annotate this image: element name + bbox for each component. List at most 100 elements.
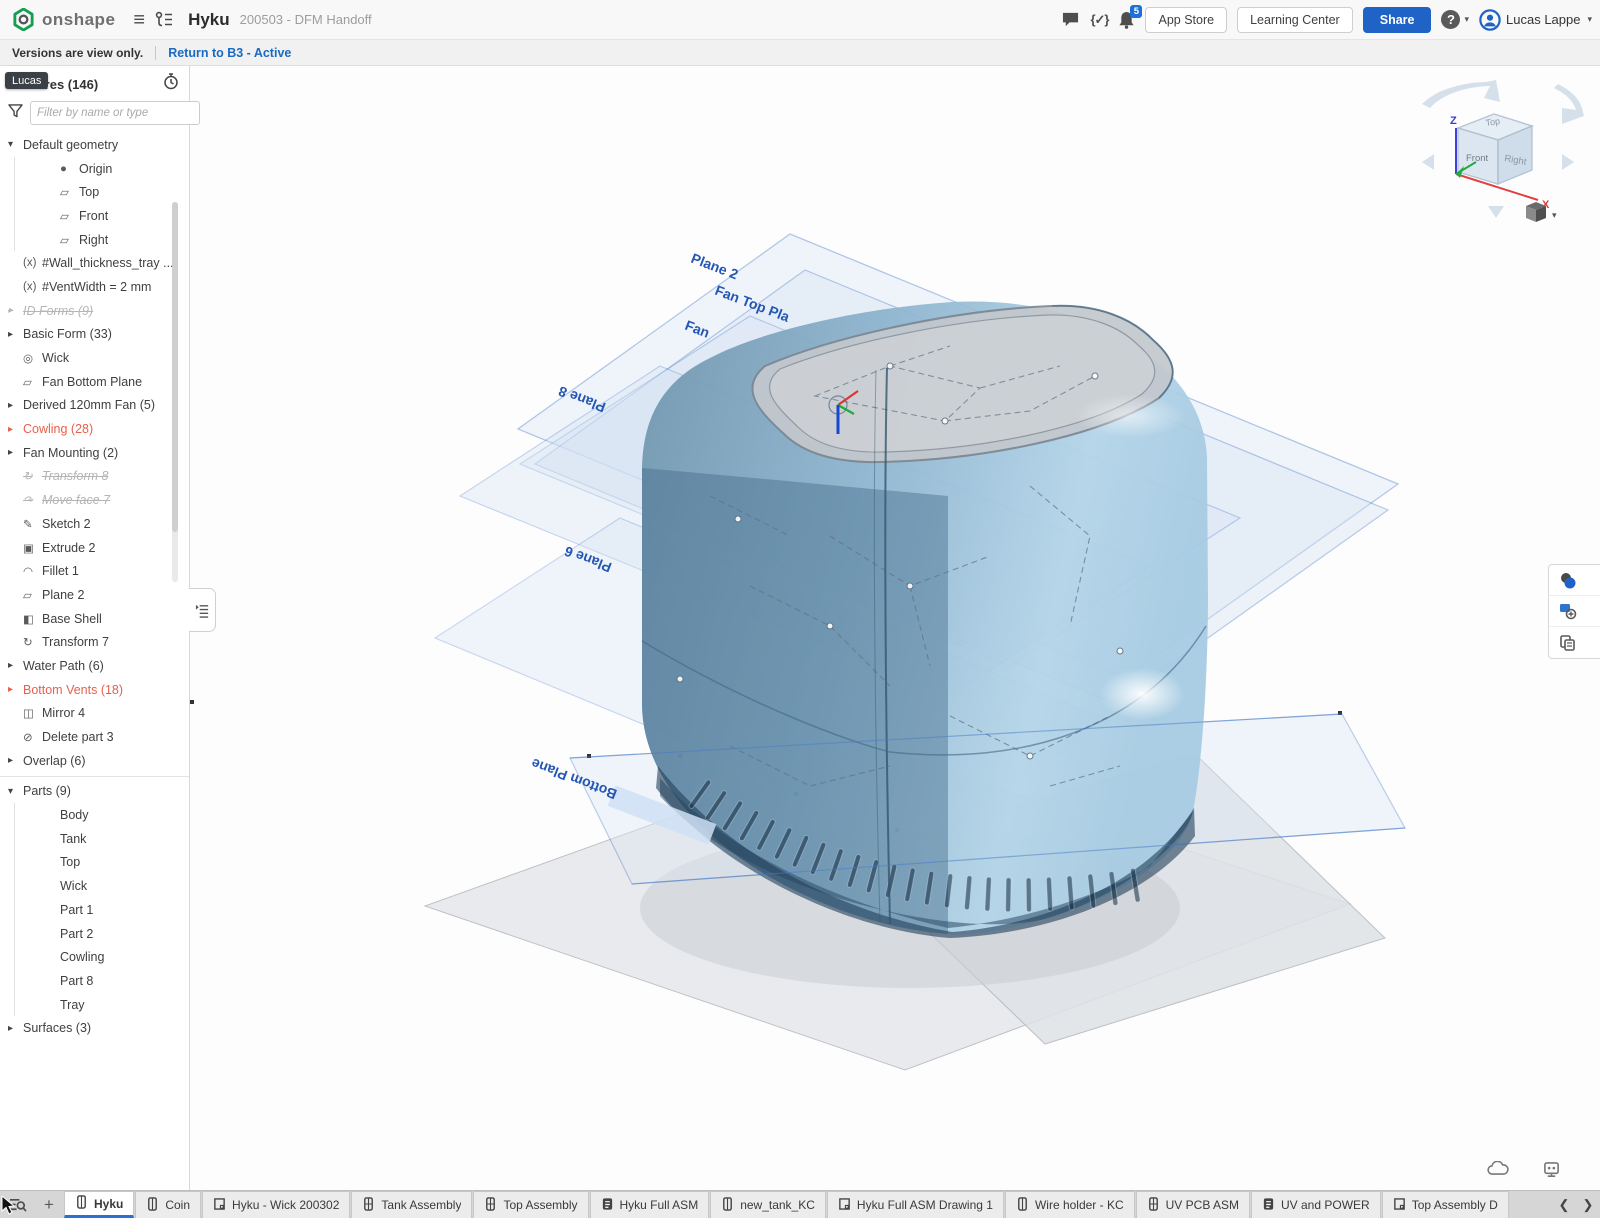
feature-item[interactable]: ↷Move face 7 [0, 488, 189, 512]
part-item[interactable]: Part 1 [14, 898, 189, 922]
feature-item[interactable]: ▱Front [14, 204, 189, 228]
chevron-right-icon[interactable]: ▸ [8, 755, 23, 766]
view-cube[interactable]: Top Front Right Z X ▾ [1422, 80, 1584, 222]
onshape-logo[interactable]: onshape [12, 8, 115, 31]
user-menu[interactable]: Lucas Lappe ▾ [1479, 9, 1592, 31]
feature-item[interactable]: ◠Fillet 1 [0, 559, 189, 583]
document-tab[interactable]: Tank Assembly [351, 1191, 472, 1218]
part-item[interactable]: Tank [14, 827, 189, 851]
feature-item[interactable]: ↻Transform 7 [0, 630, 189, 654]
chevron-right-icon[interactable]: ▸ [8, 447, 23, 458]
tabs-scroll-right-icon[interactable]: ❯ [1576, 1197, 1600, 1213]
chevron-right-icon[interactable]: ▸ [8, 305, 23, 316]
chevron-down-icon[interactable]: ▾ [8, 786, 23, 797]
surfaces-section-header[interactable]: ▸Surfaces (3) [0, 1016, 189, 1040]
part-item[interactable]: Part 2 [14, 922, 189, 946]
history-clock-icon[interactable] [163, 73, 179, 95]
chevron-right-icon[interactable]: ▸ [8, 684, 23, 695]
feature-item[interactable]: ▸Overlap (6) [0, 749, 189, 773]
feature-item[interactable]: ▸Bottom Vents (18) [0, 678, 189, 702]
panel-flyout-handle[interactable] [189, 588, 216, 632]
feature-item[interactable]: ◎Wick [0, 346, 189, 370]
main-menu-icon[interactable]: ≡ [133, 10, 145, 30]
chevron-right-icon[interactable]: ▸ [8, 660, 23, 671]
feature-item[interactable]: ▱Top [14, 180, 189, 204]
app-store-button[interactable]: App Store [1145, 7, 1227, 33]
feature-label: Cowling [60, 950, 104, 964]
feature-filter-input[interactable] [30, 101, 200, 125]
feature-item[interactable]: (x)#VentWidth = 2 mm [0, 275, 189, 299]
chevron-down-icon[interactable]: ▾ [8, 139, 23, 150]
view-cube-front-label[interactable]: Front [1466, 153, 1489, 164]
part-item[interactable]: Top [14, 851, 189, 875]
document-tab[interactable]: new_tank_KC [710, 1191, 826, 1218]
document-tab[interactable]: Hyku [64, 1191, 134, 1218]
view-options-button[interactable]: ▾ [1526, 202, 1557, 222]
feature-item[interactable]: (x)#Wall_thickness_tray ... [0, 251, 189, 275]
feature-item[interactable]: ◧Base Shell [0, 607, 189, 631]
chevron-right-icon[interactable]: ▸ [8, 329, 23, 340]
learning-center-button[interactable]: Learning Center [1237, 7, 1353, 33]
feature-item[interactable]: ▱Fan Bottom Plane [0, 370, 189, 394]
part-item[interactable]: Body [14, 803, 189, 827]
feature-item[interactable]: ▣Extrude 2 [0, 536, 189, 560]
layers-tool-button[interactable] [1549, 627, 1600, 658]
tabs-scroll-left-icon[interactable]: ❮ [1552, 1197, 1576, 1213]
feature-item[interactable]: ▾Default geometry [0, 133, 189, 157]
feature-item[interactable]: ⊘Delete part 3 [0, 725, 189, 749]
feature-item[interactable]: ●Origin [14, 157, 189, 181]
device-sync-icon[interactable] [1543, 1161, 1560, 1184]
document-tab[interactable]: Wire holder - KC [1005, 1191, 1135, 1218]
parts-section-header[interactable]: ▾Parts (9) [0, 780, 189, 804]
feature-label: Move face 7 [42, 493, 110, 507]
share-button[interactable]: Share [1363, 7, 1432, 33]
cloud-status-icon[interactable] [1487, 1161, 1509, 1184]
feature-item[interactable]: ▸Fan Mounting (2) [0, 441, 189, 465]
document-tab[interactable]: Hyku Full ASM Drawing 1 [827, 1191, 1004, 1218]
document-tab[interactable]: UV PCB ASM [1136, 1191, 1250, 1218]
document-tab[interactable]: Top Assembly D [1382, 1191, 1509, 1218]
chevron-right-icon[interactable]: ▸ [8, 400, 23, 411]
feature-item[interactable]: ▱Plane 2 [0, 583, 189, 607]
part-item[interactable]: Part 8 [14, 969, 189, 993]
part-item[interactable]: Cowling [14, 945, 189, 969]
versions-history-icon[interactable] [155, 11, 174, 28]
document-tab[interactable]: Hyku Full ASM [590, 1191, 710, 1218]
feature-item[interactable]: ▱Right [14, 228, 189, 252]
model-body[interactable] [642, 301, 1208, 938]
return-to-active-link[interactable]: Return to B3 - Active [168, 46, 291, 60]
model-viewport[interactable]: Plane 2 Fan Top Pla Fan Plane 8 Plane 6 … [190, 66, 1600, 1190]
feature-item[interactable]: ▸Basic Form (33) [0, 323, 189, 347]
plane-label-plane2[interactable]: Plane 2 [689, 250, 741, 283]
document-tab[interactable]: Hyku - Wick 200302 [202, 1191, 350, 1218]
section-view-tool-button[interactable] [1549, 596, 1600, 627]
filter-icon[interactable] [8, 104, 23, 123]
feature-item[interactable]: ▸Derived 120mm Fan (5) [0, 394, 189, 418]
part-item[interactable]: Wick [14, 874, 189, 898]
document-tab[interactable]: UV and POWER [1251, 1191, 1381, 1218]
feature-item[interactable]: ✎Sketch 2 [0, 512, 189, 536]
feature-item[interactable]: ↻Transform 8 [0, 465, 189, 489]
feature-label: Bottom Vents (18) [23, 683, 123, 697]
document-tab[interactable]: Top Assembly [473, 1191, 588, 1218]
appearance-tool-button[interactable] [1549, 565, 1600, 596]
view-cube-top-label[interactable]: Top [1485, 116, 1501, 128]
sidebar-scrollbar[interactable] [172, 202, 178, 582]
comments-icon[interactable] [1061, 11, 1080, 28]
feature-item[interactable]: ◫Mirror 4 [0, 702, 189, 726]
fillet-icon: ◠ [23, 564, 42, 578]
feature-item[interactable]: ▸Water Path (6) [0, 654, 189, 678]
add-tab-button[interactable]: + [34, 1191, 64, 1218]
help-menu[interactable]: ? ▾ [1441, 10, 1469, 29]
document-tab[interactable]: Coin [135, 1191, 201, 1218]
feature-item[interactable]: ▸ID Forms (9) [0, 299, 189, 323]
chevron-right-icon[interactable]: ▸ [8, 424, 23, 435]
tab-manager-icon[interactable] [0, 1191, 34, 1218]
chevron-right-icon[interactable]: ▸ [8, 1023, 23, 1034]
feature-item[interactable]: ▸Cowling (28) [0, 417, 189, 441]
featurescript-icon[interactable]: {✓} [1090, 12, 1108, 28]
tab-label: Hyku [94, 1197, 123, 1211]
notifications-bell-icon[interactable]: 5 [1118, 11, 1135, 29]
feature-label: Front [79, 209, 108, 223]
part-item[interactable]: Tray [14, 993, 189, 1017]
